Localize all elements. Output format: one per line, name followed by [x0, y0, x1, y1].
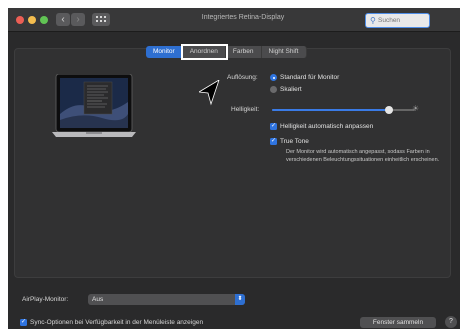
auto-brightness-label[interactable]: Helligkeit automatisch anpassen [280, 123, 373, 130]
tab-bar: Monitor Anordnen Farben Night Shift [146, 44, 307, 60]
true-tone-description: Der Monitor wird automatisch angepasst, … [286, 149, 440, 163]
help-button[interactable]: ? [445, 316, 457, 328]
close-button[interactable] [16, 16, 24, 24]
airplay-value: Aus [92, 296, 104, 303]
tab-night-shift[interactable]: Night Shift [261, 46, 307, 58]
sync-options-label[interactable]: Sync-Optionen bei Verfügbarkeit in der M… [30, 319, 203, 326]
airplay-select[interactable]: Aus ⬍ [88, 294, 245, 305]
title-bar: ‹ › Integriertes Retina-Display ⚲ [8, 8, 460, 32]
back-button[interactable]: ‹ [56, 13, 70, 26]
show-all-button[interactable] [92, 13, 110, 26]
grid-icon [96, 16, 106, 22]
forward-button[interactable]: › [71, 13, 85, 26]
brightness-slider-fill [272, 109, 390, 111]
laptop-display-image [52, 74, 136, 137]
resolution-option-standard[interactable]: Standard für Monitor [280, 74, 339, 81]
auto-brightness-checkbox[interactable]: ✓ [270, 123, 277, 130]
radio-standard[interactable] [270, 74, 277, 81]
radio-scaled[interactable] [270, 86, 277, 93]
window-title: Integriertes Retina-Display [201, 14, 285, 21]
true-tone-checkbox[interactable]: ✓ [270, 138, 277, 145]
search-field[interactable]: ⚲ [365, 13, 430, 28]
arrow-cursor-icon [199, 80, 220, 106]
chevron-updown-icon: ⬍ [235, 294, 245, 305]
search-icon: ⚲ [370, 16, 376, 25]
search-input[interactable] [378, 15, 426, 26]
system-preferences-window: ‹ › Integriertes Retina-Display ⚲ Monito… [8, 8, 460, 329]
resolution-option-scaled[interactable]: Skaliert [280, 86, 302, 93]
airplay-label: AirPlay-Monitor: [22, 296, 69, 303]
brightness-label: Helligkeit: [231, 106, 260, 113]
collect-windows-button[interactable]: Fenster sammeln [360, 317, 436, 328]
minimize-button[interactable] [28, 16, 36, 24]
tab-anordnen[interactable]: Anordnen [180, 44, 228, 60]
sun-icon: ☀ [412, 104, 420, 113]
sync-options-checkbox[interactable]: ✓ [20, 319, 27, 326]
brightness-slider[interactable] [272, 106, 415, 114]
resolution-label: Auflösung: [227, 74, 258, 81]
true-tone-label[interactable]: True Tone [280, 138, 309, 145]
tab-farben[interactable]: Farben [225, 46, 262, 58]
tab-monitor[interactable]: Monitor [146, 46, 183, 58]
zoom-button[interactable] [40, 16, 48, 24]
